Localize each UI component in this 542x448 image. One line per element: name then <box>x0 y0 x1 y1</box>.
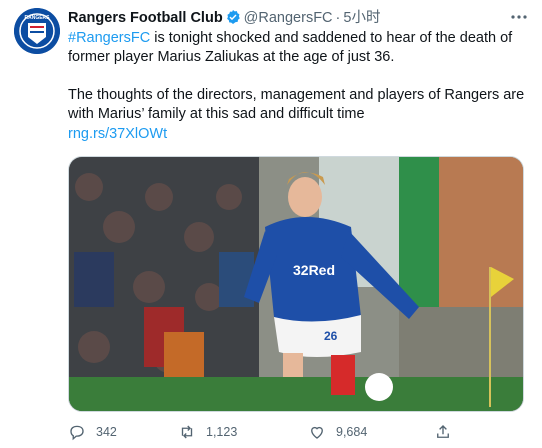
tweet-link[interactable]: rng.rs/37XlOWt <box>68 126 167 142</box>
tweet-header: Rangers Football Club @RangersFC · 5小时 <box>68 9 502 31</box>
verified-badge-icon <box>225 9 241 31</box>
retweet-count: 1,123 <box>206 425 238 439</box>
football-player-photo: 32Red 26 <box>69 157 523 411</box>
tweet-paragraph-1: #RangersFC is tonight shocked and sadden… <box>68 29 528 67</box>
retweet-icon <box>181 425 193 439</box>
shirt-number-text: 26 <box>324 329 338 343</box>
user-handle[interactable]: @RangersFC <box>244 10 333 26</box>
like-count: 9,684 <box>336 425 368 439</box>
reply-count: 342 <box>96 425 117 439</box>
shirt-sponsor-text: 32Red <box>293 262 335 278</box>
tweet-text: #RangersFC is tonight shocked and sadden… <box>68 29 528 124</box>
more-options-icon[interactable] <box>510 8 528 31</box>
separator-dot: · <box>335 10 341 26</box>
crest-text: RANGERS <box>24 15 50 21</box>
tweet-photo[interactable]: 32Red 26 <box>68 156 524 412</box>
retweet-button[interactable]: 1,123 <box>178 423 237 441</box>
share-icon <box>437 425 449 438</box>
tweet-paragraph-2: The thoughts of the directors, managemen… <box>68 87 525 122</box>
reply-button[interactable]: 342 <box>68 423 117 441</box>
like-button[interactable]: 9,684 <box>308 423 367 441</box>
tweet-timestamp[interactable]: 5小时 <box>343 10 380 26</box>
tweet-actions: 342 1,123 9,684 <box>68 423 508 441</box>
share-button[interactable] <box>434 423 462 441</box>
display-name[interactable]: Rangers Football Club <box>68 10 223 26</box>
avatar[interactable]: RANGERS <box>14 8 60 54</box>
reply-icon <box>70 425 84 441</box>
hashtag-link[interactable]: #RangersFC <box>68 30 150 46</box>
tweet-card: RANGERS Rangers Football Club @RangersFC ·… <box>0 0 542 448</box>
heart-icon <box>311 426 323 439</box>
rangers-crest-icon: RANGERS <box>14 8 60 54</box>
